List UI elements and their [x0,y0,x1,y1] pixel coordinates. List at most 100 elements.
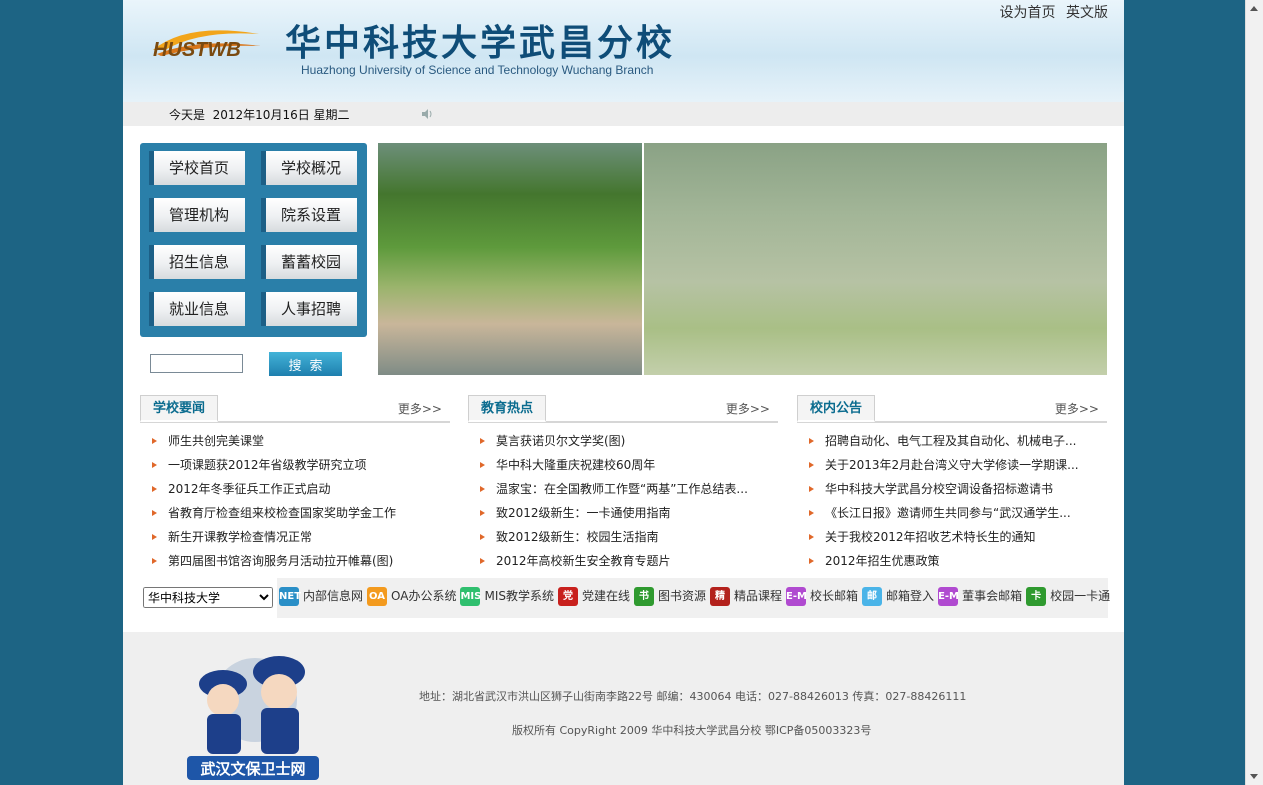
quick-link-label: MIS教学系统 [484,589,554,603]
news-item[interactable]: 2012年高校新生安全教育专题片 [468,549,778,573]
bullet-arrow-icon [480,486,485,492]
bullet-arrow-icon [480,462,485,468]
page: HUSTWB 华中科技大学武昌分校 Huazhong University of… [123,0,1124,785]
nav-admissions[interactable]: 招生信息 [149,245,245,279]
bullet-arrow-icon [480,558,485,564]
card-icon: 卡 [1026,587,1047,606]
quick-link-label: 党建在线 [581,589,630,603]
news-item[interactable]: 关于我校2012年招收艺术特长生的通知 [797,525,1107,549]
quick-link[interactable]: 邮邮箱登入 [860,585,934,607]
news-item[interactable]: 温家宝：在全国教师工作暨“两基”工作总结表... [468,477,778,501]
quick-link[interactable]: NET 内部信息网 [277,585,363,607]
more-link[interactable]: 更多>> [398,400,442,417]
date-text: 今天是 2012年10月16日 星期二 [169,108,350,122]
nav-school-overview[interactable]: 学校概况 [261,151,357,185]
banner-photo-left [378,143,642,375]
bullet-arrow-icon [152,462,157,468]
news-item[interactable]: 《长江日报》邀请师生共同参与“武汉通学生... [797,501,1107,525]
search-button[interactable]: 搜索 [269,352,342,376]
mascot-caption: 武汉文保卫士网 [200,760,305,778]
party-icon: 党 [557,587,578,606]
campus-banner[interactable] [378,143,1107,375]
news-item[interactable]: 2012年招生优惠政策 [797,549,1107,573]
footer-address: 地址：湖北省武汉市洪山区狮子山街南李路22号 邮编：430064 电话：027-… [419,690,967,703]
bullet-arrow-icon [152,438,157,444]
mis-icon: MIS [460,587,481,606]
scroll-up-icon[interactable] [1250,6,1258,11]
more-link[interactable]: 更多>> [1055,400,1099,417]
quick-link[interactable]: MIS MIS教学系统 [458,585,554,607]
quick-link[interactable]: E-M 校长邮箱 [784,585,858,607]
nav-recruitment[interactable]: 人事招聘 [261,292,357,326]
news-item[interactable]: 新生开课教学检查情况正常 [140,525,450,549]
quick-link[interactable]: 卡校园一卡通 [1024,585,1110,607]
news-item[interactable]: 致2012级新生：一卡通使用指南 [468,501,778,525]
news-item[interactable]: 2012年冬季征兵工作正式启动 [140,477,450,501]
mascot-badge-icon[interactable]: 武汉文保卫士网 [183,644,323,782]
course-icon: 精 [710,587,731,606]
bullet-arrow-icon [152,510,157,516]
bullet-arrow-icon [809,510,814,516]
banner-photo-right [644,143,1107,375]
nav-school-home[interactable]: 学校首页 [149,151,245,185]
column-title[interactable]: 校内公告 [797,395,876,422]
news-item[interactable]: 华中科技大学武昌分校空调设备招标邀请书 [797,477,1107,501]
news-item[interactable]: 省教育厅检查组来校检查国家奖助学金工作 [140,501,450,525]
main-nav: 学校首页 学校概况 管理机构 院系设置 招生信息 蓄蓄校园 就业信息 人事招聘 [140,143,367,337]
more-link[interactable]: 更多>> [726,400,770,417]
english-version-link[interactable]: 英文版 [1066,5,1108,21]
site-subtitle: Huazhong University of Science and Techn… [301,63,654,77]
nav-departments[interactable]: 院系设置 [261,198,357,232]
nav-employment[interactable]: 就业信息 [149,292,245,326]
school-select[interactable]: 华中科技大学 [143,587,273,608]
bullet-arrow-icon [152,486,157,492]
footer-copyright: 版权所有 CopyRight 2009 华中科技大学武昌分校 鄂ICP备0500… [512,724,872,737]
header: HUSTWB 华中科技大学武昌分校 Huazhong University of… [123,0,1124,102]
quick-link[interactable]: 书图书资源 [632,585,706,607]
scroll-down-icon[interactable] [1250,774,1258,779]
column-title[interactable]: 学校要闻 [140,395,219,422]
date-bar: 今天是 2012年10月16日 星期二 [123,102,1124,126]
quick-link-label: 内部信息网 [303,589,364,603]
news-item[interactable]: 莫言获诺贝尔文学奖(图) [468,429,778,453]
column-header: 校内公告 更多>> [797,395,1107,423]
speaker-icon[interactable] [421,108,433,120]
news-item[interactable]: 华中科大隆重庆祝建校60周年 [468,453,778,477]
news-item[interactable]: 招聘自动化、电气工程及其自动化、机械电子... [797,429,1107,453]
nav-campus[interactable]: 蓄蓄校园 [261,245,357,279]
bullet-arrow-icon [809,486,814,492]
quick-link[interactable]: E-M 董事会邮箱 [936,585,1022,607]
site-title: 华中科技大学武昌分校 [285,22,676,64]
quick-link[interactable]: 精精品课程 [708,585,782,607]
news-item[interactable]: 致2012级新生：校园生活指南 [468,525,778,549]
quick-link-label: 精品课程 [734,589,783,603]
news-item[interactable]: 第四届图书馆咨询服务月活动拉开帷幕(图) [140,549,450,573]
quick-link[interactable]: OA OA办公系统 [365,585,456,607]
quick-link-label: 董事会邮箱 [962,589,1023,603]
quick-link[interactable]: 党党建在线 [556,585,630,607]
nav-administration[interactable]: 管理机构 [149,198,245,232]
footer: 武汉文保卫士网 地址：湖北省武汉市洪山区狮子山街南李路22号 邮编：430064… [123,632,1124,785]
news-column-education: 教育热点 更多>> 莫言获诺贝尔文学奖(图) 华中科大隆重庆祝建校60周年 温家… [468,395,778,573]
board-email-icon: E-M [938,587,959,606]
net-icon: NET [279,587,301,606]
set-homepage-link[interactable]: 设为首页 [1000,5,1056,21]
vertical-scrollbar[interactable] [1245,0,1263,785]
quick-link-label: 校长邮箱 [810,589,859,603]
school-logo-icon[interactable]: HUSTWB [147,20,265,62]
quick-links: NET 内部信息网 OA OA办公系统 MIS MIS教学系统党党建在线书图书资源精精品课… [277,585,1112,611]
email-icon: E-M [786,587,807,606]
bullet-arrow-icon [152,534,157,540]
column-header: 教育热点 更多>> [468,395,778,423]
mail-login-icon: 邮 [862,587,883,606]
bullet-arrow-icon [480,438,485,444]
quick-link-label: 邮箱登入 [886,589,935,603]
news-item[interactable]: 师生共创完美课堂 [140,429,450,453]
search-input[interactable] [150,354,243,373]
news-item[interactable]: 一项课题获2012年省级教学研究立项 [140,453,450,477]
column-title[interactable]: 教育热点 [468,395,547,422]
news-item[interactable]: 关于2013年2月赴台湾义守大学修读一学期课... [797,453,1107,477]
top-links: 设为首页 英文版 [994,2,1108,22]
column-header: 学校要闻 更多>> [140,395,450,423]
quick-link-label: OA办公系统 [391,589,457,603]
